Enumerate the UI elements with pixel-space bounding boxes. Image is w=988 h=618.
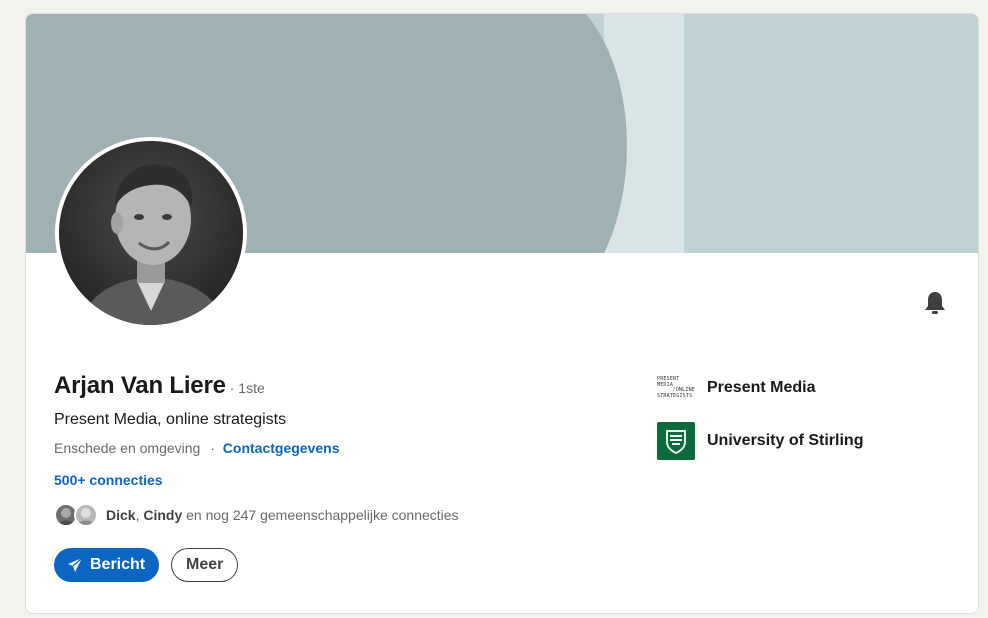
mutual-rest: en nog 247 gemeenschappelijke connecties [186, 507, 459, 523]
message-button-label: Bericht [90, 556, 146, 573]
profile-card: Arjan Van Liere · 1ste Present Media, on… [25, 13, 979, 614]
profile-photo[interactable] [55, 137, 247, 329]
present-media-logo: PRESENT MEDIA /ONLINE STRATEGISTS [657, 369, 695, 407]
paper-plane-icon [67, 557, 83, 573]
location-separator: · [210, 440, 215, 456]
company-present-media[interactable]: PRESENT MEDIA /ONLINE STRATEGISTS Presen… [657, 369, 815, 407]
mutual-connections[interactable]: Dick, Cindy en nog 247 gemeenschappelijk… [54, 502, 459, 528]
contact-info-link[interactable]: Contactgegevens [223, 440, 340, 456]
mutual-avatar-2 [74, 503, 98, 527]
mutual-text: Dick, Cindy en nog 247 gemeenschappelijk… [106, 507, 459, 523]
connection-degree: · 1ste [229, 380, 265, 396]
school-name: University of Stirling [707, 432, 864, 449]
connections-link[interactable]: 500+ connecties [54, 472, 163, 488]
bell-icon[interactable] [919, 287, 951, 319]
logo-line-4: STRATEGISTS [657, 392, 693, 399]
mutual-avatars [54, 503, 102, 527]
mutual-comma: , [135, 507, 140, 523]
company-name: Present Media [707, 379, 816, 396]
mutual-name-2: Cindy [143, 507, 183, 523]
profile-headline: Present Media, online strategists [54, 411, 287, 428]
name-row: Arjan Van Liere · 1ste [54, 372, 265, 400]
mutual-name-1: Dick [106, 507, 136, 523]
message-button[interactable]: Bericht [54, 548, 160, 582]
university-logo [657, 422, 695, 460]
education-university-of-stirling[interactable]: University of Stirling [657, 422, 863, 460]
logo-line-2: MEDIA [657, 381, 674, 388]
more-button[interactable]: Meer [171, 548, 239, 582]
location-row: Enschede en omgeving · Contactgegevens [54, 440, 339, 456]
location-text: Enschede en omgeving [54, 440, 201, 456]
profile-name: Arjan Van Liere [54, 372, 226, 399]
